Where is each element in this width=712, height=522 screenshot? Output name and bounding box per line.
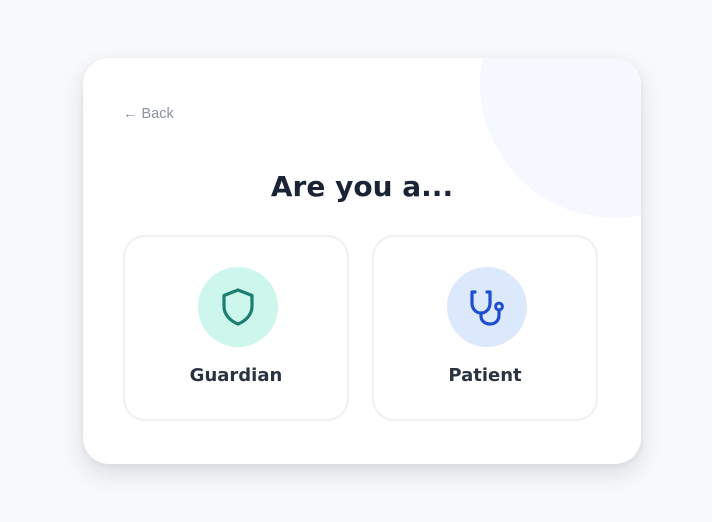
- guardian-option-button[interactable]: Guardian: [123, 235, 349, 421]
- page-title: Are you a...: [270, 170, 454, 203]
- back-label: Back: [141, 106, 174, 122]
- patient-icon-circle: [447, 267, 527, 347]
- back-arrow-icon: ←: [123, 106, 138, 122]
- guardian-icon-circle: [198, 267, 278, 347]
- stethoscope-icon: [470, 290, 504, 326]
- guardian-label: Guardian: [189, 365, 283, 386]
- shield-icon: [222, 288, 254, 326]
- patient-label: Patient: [448, 365, 522, 386]
- patient-option-button[interactable]: Patient: [372, 235, 598, 421]
- back-button[interactable]: ← Back: [123, 106, 174, 122]
- role-selection-card: ← Back Are you a... Guardian Patient: [83, 58, 641, 464]
- page: ← Back Are you a... Guardian Patient: [0, 0, 712, 522]
